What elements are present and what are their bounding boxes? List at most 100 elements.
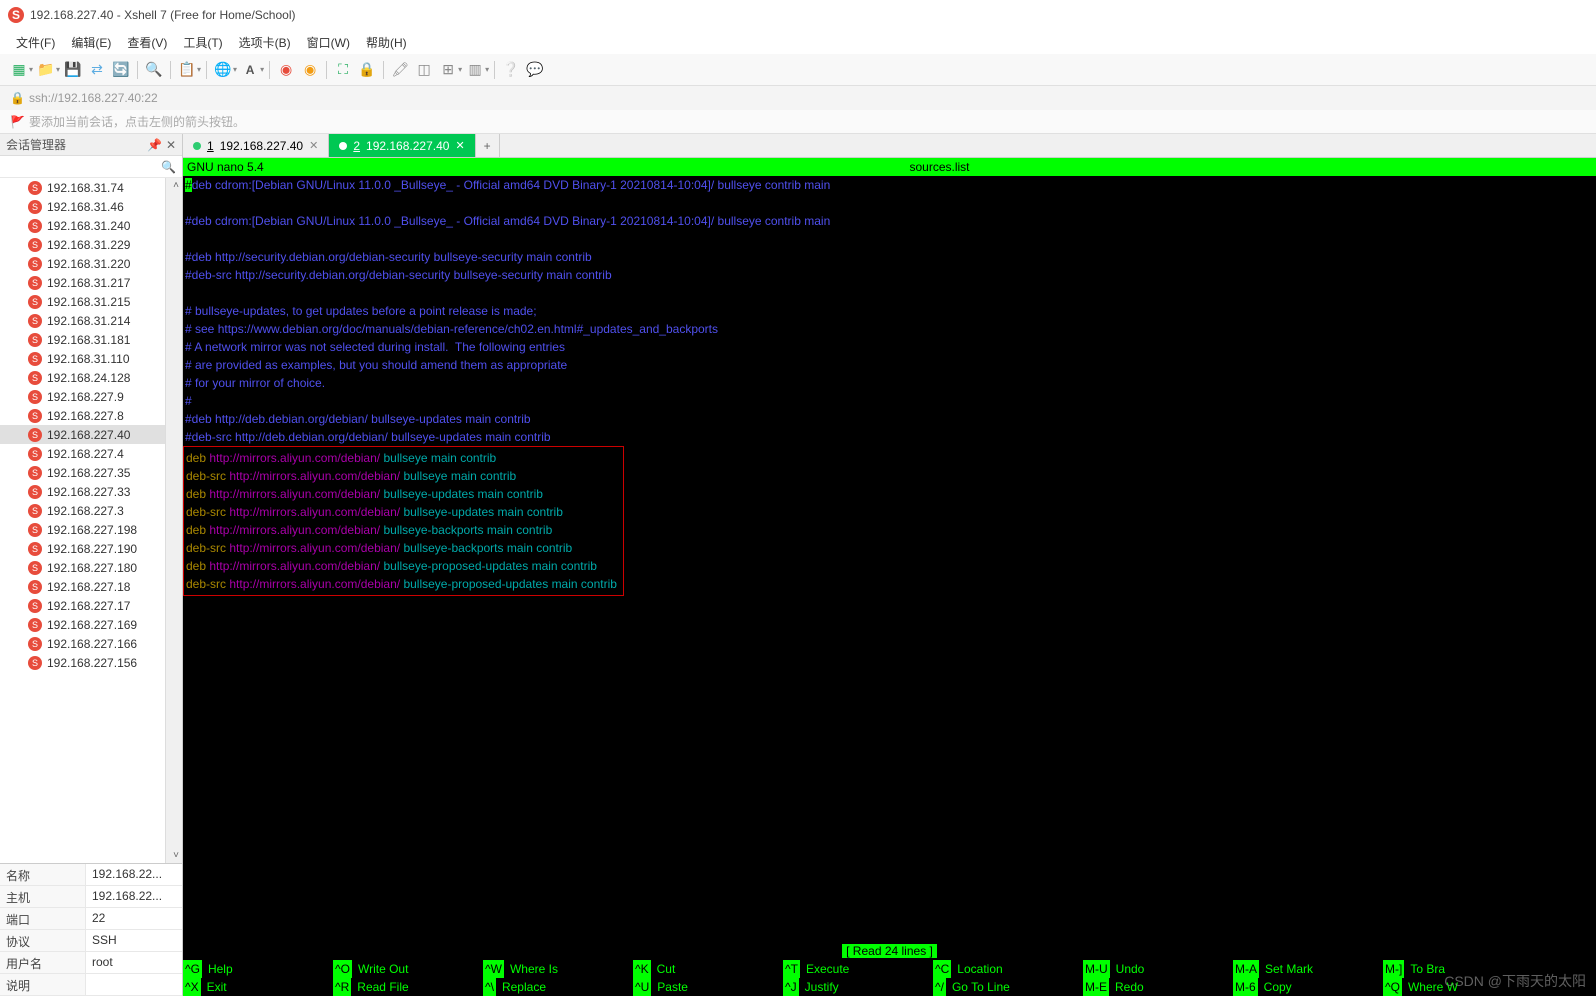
nano-shortcut: ^TExecute [783, 960, 933, 978]
session-icon: S [28, 409, 42, 423]
new-tab-button[interactable]: + [476, 134, 500, 157]
session-item[interactable]: S192.168.227.169 [0, 615, 182, 634]
layout1-icon[interactable]: ◫ [413, 59, 435, 81]
prop-name-value: 192.168.22... [86, 864, 182, 885]
tab-bar: 1 192.168.227.40✕2 192.168.227.40✕+ [183, 134, 1596, 158]
scroll-up-icon[interactable]: ˄ [173, 180, 179, 191]
session-item[interactable]: S192.168.227.180 [0, 558, 182, 577]
session-item[interactable]: S192.168.31.229 [0, 235, 182, 254]
reconnect-icon[interactable]: 🔄 [110, 59, 132, 81]
nano-shortcut: M-UUndo [1083, 960, 1233, 978]
session-tab[interactable]: 2 192.168.227.40✕ [329, 134, 475, 157]
menu-tabs[interactable]: 选项卡(B) [233, 32, 297, 53]
session-icon: S [28, 295, 42, 309]
session-item[interactable]: S192.168.31.181 [0, 330, 182, 349]
lock-small-icon: 🔒 [10, 91, 25, 105]
toolbar-sep [170, 61, 171, 79]
infobar: 🚩 要添加当前会话，点击左侧的箭头按钮。 [0, 110, 1596, 134]
session-item[interactable]: S192.168.227.156 [0, 653, 182, 672]
session-icon: S [28, 333, 42, 347]
nano-shortcut: M-6Copy [1233, 978, 1383, 996]
nano-shortcut: ^/Go To Line [933, 978, 1083, 996]
close-panel-icon[interactable]: ✕ [166, 138, 176, 152]
session-item[interactable]: S192.168.31.220 [0, 254, 182, 273]
close-tab-icon[interactable]: ✕ [455, 139, 464, 152]
close-tab-icon[interactable]: ✕ [309, 139, 318, 152]
menu-help[interactable]: 帮助(H) [360, 32, 413, 53]
open-folder-icon[interactable]: 📁 [35, 59, 57, 81]
session-item[interactable]: S192.168.227.9 [0, 387, 182, 406]
prop-user-label: 用户名 [0, 952, 86, 973]
prop-host-value: 192.168.22... [86, 886, 182, 907]
chat-icon[interactable]: 💬 [524, 59, 546, 81]
session-icon: S [28, 580, 42, 594]
session-item[interactable]: S192.168.24.128 [0, 368, 182, 387]
session-icon: S [28, 181, 42, 195]
menu-file[interactable]: 文件(F) [10, 32, 61, 53]
session-item[interactable]: S192.168.31.110 [0, 349, 182, 368]
layout3-icon[interactable]: ▥ [464, 59, 486, 81]
session-item[interactable]: S192.168.227.18 [0, 577, 182, 596]
session-icon: S [28, 523, 42, 537]
sidebar-search[interactable]: 🔍 [0, 156, 182, 178]
session-icon: S [28, 618, 42, 632]
menu-view[interactable]: 查看(V) [121, 32, 173, 53]
new-session-icon[interactable]: ▦ [8, 59, 30, 81]
session-tab[interactable]: 1 192.168.227.40✕ [183, 134, 329, 157]
xshell-icon[interactable]: ◉ [275, 59, 297, 81]
prop-desc-value [86, 974, 182, 995]
save-icon[interactable]: 💾 [62, 59, 84, 81]
session-item[interactable]: S192.168.227.17 [0, 596, 182, 615]
nano-shortcut: M-ASet Mark [1233, 960, 1383, 978]
session-item[interactable]: S192.168.31.215 [0, 292, 182, 311]
addressbar[interactable]: 🔒 ssh://192.168.227.40:22 [0, 86, 1596, 110]
prop-port-label: 端口 [0, 908, 86, 929]
menu-window[interactable]: 窗口(W) [301, 32, 356, 53]
search-icon[interactable]: 🔍 [143, 59, 165, 81]
session-item[interactable]: S192.168.227.4 [0, 444, 182, 463]
session-item[interactable]: S192.168.31.240 [0, 216, 182, 235]
nano-shortcut: ^\Replace [483, 978, 633, 996]
globe-icon[interactable]: 🌐 [212, 59, 234, 81]
session-item[interactable]: S192.168.227.3 [0, 501, 182, 520]
copy-icon[interactable]: 📋 [176, 59, 198, 81]
layout2-icon[interactable]: ⊞ [437, 59, 459, 81]
transfer-icon[interactable]: ⇄ [86, 59, 108, 81]
session-item[interactable]: S192.168.31.217 [0, 273, 182, 292]
app-logo-icon: S [8, 7, 24, 23]
lock-icon[interactable]: 🔒 [356, 59, 378, 81]
font-icon[interactable]: A [239, 59, 261, 81]
xftp-icon[interactable]: ◉ [299, 59, 321, 81]
session-icon: S [28, 390, 42, 404]
search-small-icon: 🔍 [161, 160, 176, 174]
scrollbar[interactable]: ˄ ˅ [165, 178, 182, 863]
nano-shortcut: ^GHelp [183, 960, 333, 978]
fullscreen-icon[interactable]: ⛶ [332, 59, 354, 81]
session-item[interactable]: S192.168.31.214 [0, 311, 182, 330]
session-tree[interactable]: S192.168.31.74S192.168.31.46S192.168.31.… [0, 178, 182, 863]
session-icon: S [28, 371, 42, 385]
tab-number: 2 [353, 139, 360, 153]
nano-shortcut: ^WWhere Is [483, 960, 633, 978]
session-item[interactable]: S192.168.227.35 [0, 463, 182, 482]
window-title: 192.168.227.40 - Xshell 7 (Free for Home… [30, 8, 295, 22]
session-item[interactable]: S192.168.227.33 [0, 482, 182, 501]
address-text: ssh://192.168.227.40:22 [29, 91, 158, 105]
menu-edit[interactable]: 编辑(E) [65, 32, 117, 53]
terminal[interactable]: GNU nano 5.4 sources.list #deb cdrom:[De… [183, 158, 1596, 996]
nano-header: GNU nano 5.4 sources.list [183, 158, 1596, 176]
session-item[interactable]: S192.168.227.198 [0, 520, 182, 539]
session-item[interactable]: S192.168.227.166 [0, 634, 182, 653]
scroll-down-icon[interactable]: ˅ [173, 850, 179, 861]
session-item[interactable]: S192.168.31.46 [0, 197, 182, 216]
session-item[interactable]: S192.168.227.8 [0, 406, 182, 425]
highlight-icon[interactable]: 🖍 [389, 59, 411, 81]
session-item[interactable]: S192.168.31.74 [0, 178, 182, 197]
nano-shortcut: ^RRead File [333, 978, 483, 996]
session-icon: S [28, 314, 42, 328]
pin-icon[interactable]: 📌 [147, 138, 162, 152]
help-icon[interactable]: ❔ [500, 59, 522, 81]
menu-tools[interactable]: 工具(T) [177, 32, 228, 53]
session-item[interactable]: S192.168.227.40 [0, 425, 182, 444]
session-item[interactable]: S192.168.227.190 [0, 539, 182, 558]
